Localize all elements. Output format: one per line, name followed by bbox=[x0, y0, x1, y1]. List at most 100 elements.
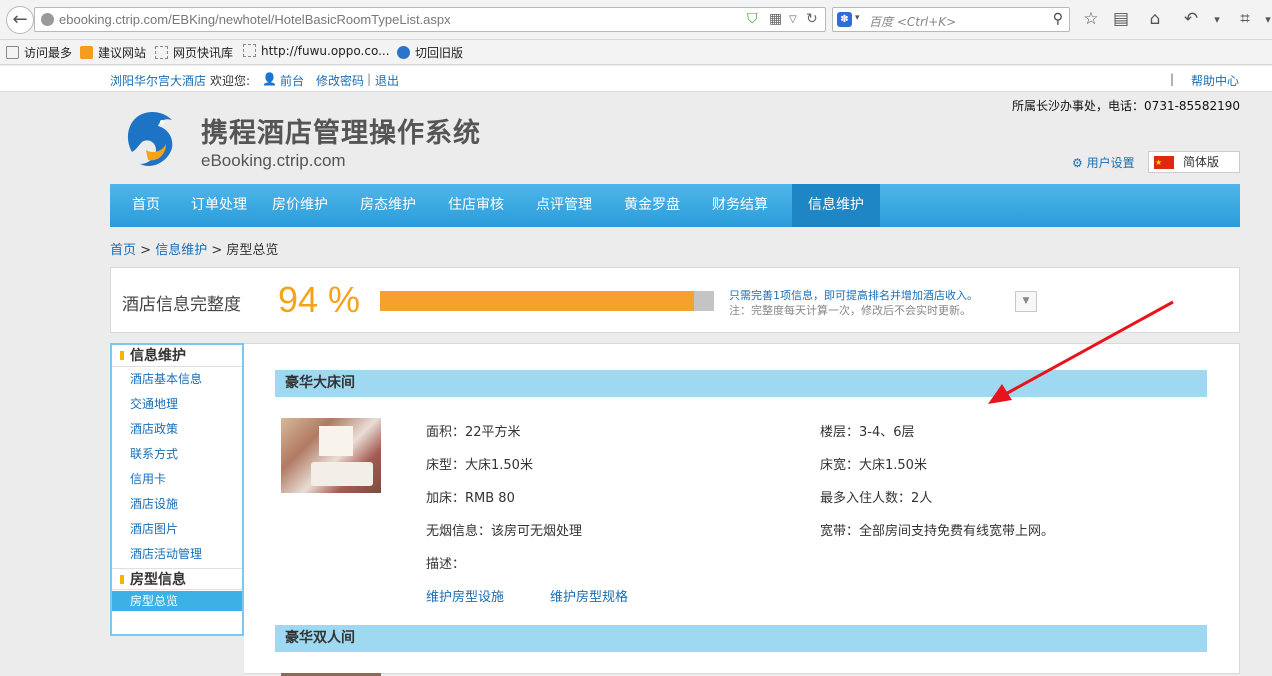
nav-checkin-review[interactable]: 住店审核 bbox=[432, 184, 520, 227]
engine-dropdown-icon[interactable]: ▾ bbox=[855, 13, 860, 23]
breadcrumb-section[interactable]: 信息维护 bbox=[155, 243, 207, 258]
page-icon bbox=[243, 44, 256, 57]
completeness-tip-link[interactable]: 只需完善1项信息，即可提高排名并增加酒店收入。 bbox=[729, 287, 978, 303]
bookmark-suggested[interactable]: 建议网站 bbox=[80, 44, 146, 61]
url-text: ebooking.ctrip.com/EBKing/newhotel/Hotel… bbox=[59, 12, 451, 27]
nav-info-maintenance[interactable]: 信息维护 bbox=[792, 184, 880, 227]
nav-rates[interactable]: 房价维护 bbox=[256, 184, 344, 227]
completeness-percent: 94 % bbox=[278, 279, 361, 320]
bookmarks-bar: 访问最多 建议网站 网页快讯库 http://fuwu.oppo.co... 切… bbox=[0, 40, 1272, 65]
bookmark-label: 切回旧版 bbox=[415, 46, 464, 60]
room-photo[interactable] bbox=[281, 418, 381, 493]
search-box[interactable]: ✽ ▾ 百度 <Ctrl+K> ⚲ bbox=[832, 7, 1070, 32]
sidebar-group-info: 信息维护 bbox=[112, 345, 242, 367]
crop-icon[interactable]: ⌗ bbox=[1234, 9, 1256, 29]
help-center-link[interactable]: 帮助中心 bbox=[1191, 72, 1239, 89]
sidebar-item-basic-info[interactable]: 酒店基本信息 bbox=[112, 367, 242, 392]
nav-reviews[interactable]: 点评管理 bbox=[520, 184, 608, 227]
site-topbar: 浏阳华尔宫大酒店 欢迎您: 👤 前台 修改密码 | 退出 | 帮助中心 bbox=[0, 66, 1272, 92]
back-arrow-icon[interactable]: ← bbox=[6, 6, 34, 34]
bookmark-oppo[interactable]: http://fuwu.oppo.co... bbox=[243, 44, 390, 58]
completeness-label: 酒店信息完整度 bbox=[122, 295, 241, 315]
sidebar-item-room-overview[interactable]: 房型总览 bbox=[112, 591, 242, 611]
shield-icon[interactable]: ⛉ bbox=[747, 11, 758, 27]
sidebar-item-contact[interactable]: 联系方式 bbox=[112, 442, 242, 467]
bookmark-folder-icon bbox=[6, 46, 19, 59]
office-phone: 所属长沙办事处，电话：0731-85582190 bbox=[1012, 99, 1240, 113]
address-bar[interactable]: ebooking.ctrip.com/EBKing/newhotel/Hotel… bbox=[34, 7, 826, 32]
sidebar-item-photos[interactable]: 酒店图片 bbox=[112, 517, 242, 542]
sidebar-item-credit-card[interactable]: 信用卡 bbox=[112, 467, 242, 492]
qrcode-icon[interactable]: ▦ bbox=[769, 11, 782, 27]
bookmark-label: 建议网站 bbox=[98, 46, 147, 60]
bookmark-webslice[interactable]: 网页快讯库 bbox=[155, 44, 233, 61]
sidebar-item-transport[interactable]: 交通地理 bbox=[112, 392, 242, 417]
breadcrumb-separator: > bbox=[140, 243, 152, 258]
room-non-smoking: 无烟信息：该房可无烟处理 bbox=[426, 524, 583, 539]
reload-icon[interactable]: ↻ bbox=[806, 11, 818, 27]
user-settings-link[interactable]: ⚙ 用户设置 bbox=[1072, 154, 1135, 171]
gear-icon: ⚙ bbox=[1072, 156, 1083, 170]
china-flag-icon bbox=[1154, 153, 1174, 173]
breadcrumb-separator: > bbox=[211, 243, 223, 258]
sidebar-group-room: 房型信息 bbox=[112, 568, 242, 590]
undo-icon[interactable]: ↶ bbox=[1180, 9, 1202, 29]
window-shape bbox=[319, 426, 353, 456]
user-settings-label: 用户设置 bbox=[1086, 156, 1135, 170]
room-title: 豪华双人间 bbox=[275, 625, 1207, 652]
room-broadband: 宽带：全部房间支持免费有线宽带上网。 bbox=[820, 524, 1055, 539]
user-link[interactable]: 前台 bbox=[280, 72, 304, 89]
dropdown-icon[interactable]: ▽ bbox=[789, 14, 797, 25]
user-icon: 👤 bbox=[262, 72, 277, 86]
bookmark-label: 网页快讯库 bbox=[173, 46, 234, 60]
separator: | bbox=[1170, 72, 1175, 86]
sidebar-item-facilities[interactable]: 酒店设施 bbox=[112, 492, 242, 517]
page-icon bbox=[155, 46, 168, 59]
bookmark-most-visited[interactable]: 访问最多 bbox=[6, 44, 72, 61]
star-icon[interactable]: ☆ bbox=[1080, 9, 1102, 29]
hotel-name-link[interactable]: 浏阳华尔宫大酒店 bbox=[110, 72, 206, 89]
bulb-icon bbox=[80, 46, 93, 59]
nav-golden-compass[interactable]: 黄金罗盘 bbox=[608, 184, 696, 227]
sidebar: 信息维护 酒店基本信息 交通地理 酒店政策 联系方式 信用卡 酒店设施 酒店图片… bbox=[110, 343, 244, 636]
completeness-progress-bar bbox=[380, 291, 714, 311]
completeness-note: 注：完整度每天计算一次，修改后不会实时更新。 bbox=[729, 304, 971, 317]
nav-availability[interactable]: 房态维护 bbox=[344, 184, 432, 227]
ctrip-icon bbox=[397, 46, 410, 59]
home-icon[interactable]: ⌂ bbox=[1144, 9, 1166, 29]
nav-orders[interactable]: 订单处理 bbox=[182, 184, 256, 227]
logout-link[interactable]: 退出 bbox=[375, 72, 399, 89]
baidu-icon[interactable]: ✽ bbox=[837, 12, 852, 27]
change-password-link[interactable]: 修改密码 bbox=[316, 72, 364, 89]
sidebar-item-policy[interactable]: 酒店政策 bbox=[112, 417, 242, 442]
language-select[interactable]: 简体版 bbox=[1148, 151, 1240, 173]
menu-dropdown-icon[interactable]: ▾ bbox=[1206, 13, 1228, 26]
bed-shape bbox=[311, 462, 373, 486]
sidebar-item-activities[interactable]: 酒店活动管理 bbox=[112, 542, 242, 567]
nav-finance[interactable]: 财务结算 bbox=[696, 184, 784, 227]
breadcrumb-home[interactable]: 首页 bbox=[110, 243, 136, 258]
room-area: 面积：22平方米 bbox=[426, 425, 521, 440]
separator: | bbox=[367, 72, 372, 86]
room-floor: 楼层：3-4、6层 bbox=[820, 425, 915, 440]
maintain-facilities-link[interactable]: 维护房型设施 bbox=[426, 586, 504, 605]
room-description: 描述： bbox=[426, 557, 466, 572]
room-extra-bed: 加床：RMB 80 bbox=[426, 491, 515, 506]
system-title: 携程酒店管理操作系统 bbox=[201, 118, 481, 149]
reader-icon[interactable]: ▤ bbox=[1110, 9, 1132, 29]
search-icon[interactable]: ⚲ bbox=[1053, 11, 1063, 27]
completeness-progress-fill bbox=[380, 291, 694, 311]
more-dropdown-icon[interactable]: ▾ bbox=[1257, 13, 1272, 26]
bookmark-label: http://fuwu.oppo.co... bbox=[261, 44, 390, 58]
bookmark-old-version[interactable]: 切回旧版 bbox=[397, 44, 463, 61]
search-placeholder: 百度 <Ctrl+K> bbox=[869, 15, 957, 29]
welcome-text: 欢迎您: bbox=[210, 74, 251, 88]
maintain-specs-link[interactable]: 维护房型规格 bbox=[550, 586, 628, 605]
room-max-guests: 最多入住人数：2人 bbox=[820, 491, 933, 506]
system-subtitle: eBooking.ctrip.com bbox=[201, 151, 346, 170]
nav-home[interactable]: 首页 bbox=[110, 184, 182, 227]
breadcrumb: 首页 > 信息维护 > 房型总览 bbox=[110, 239, 278, 258]
breadcrumb-current: 房型总览 bbox=[226, 243, 279, 258]
globe-icon bbox=[41, 13, 54, 26]
main-nav: 首页 订单处理 房价维护 房态维护 住店审核 点评管理 黄金罗盘 财务结算 信息… bbox=[110, 184, 1240, 227]
